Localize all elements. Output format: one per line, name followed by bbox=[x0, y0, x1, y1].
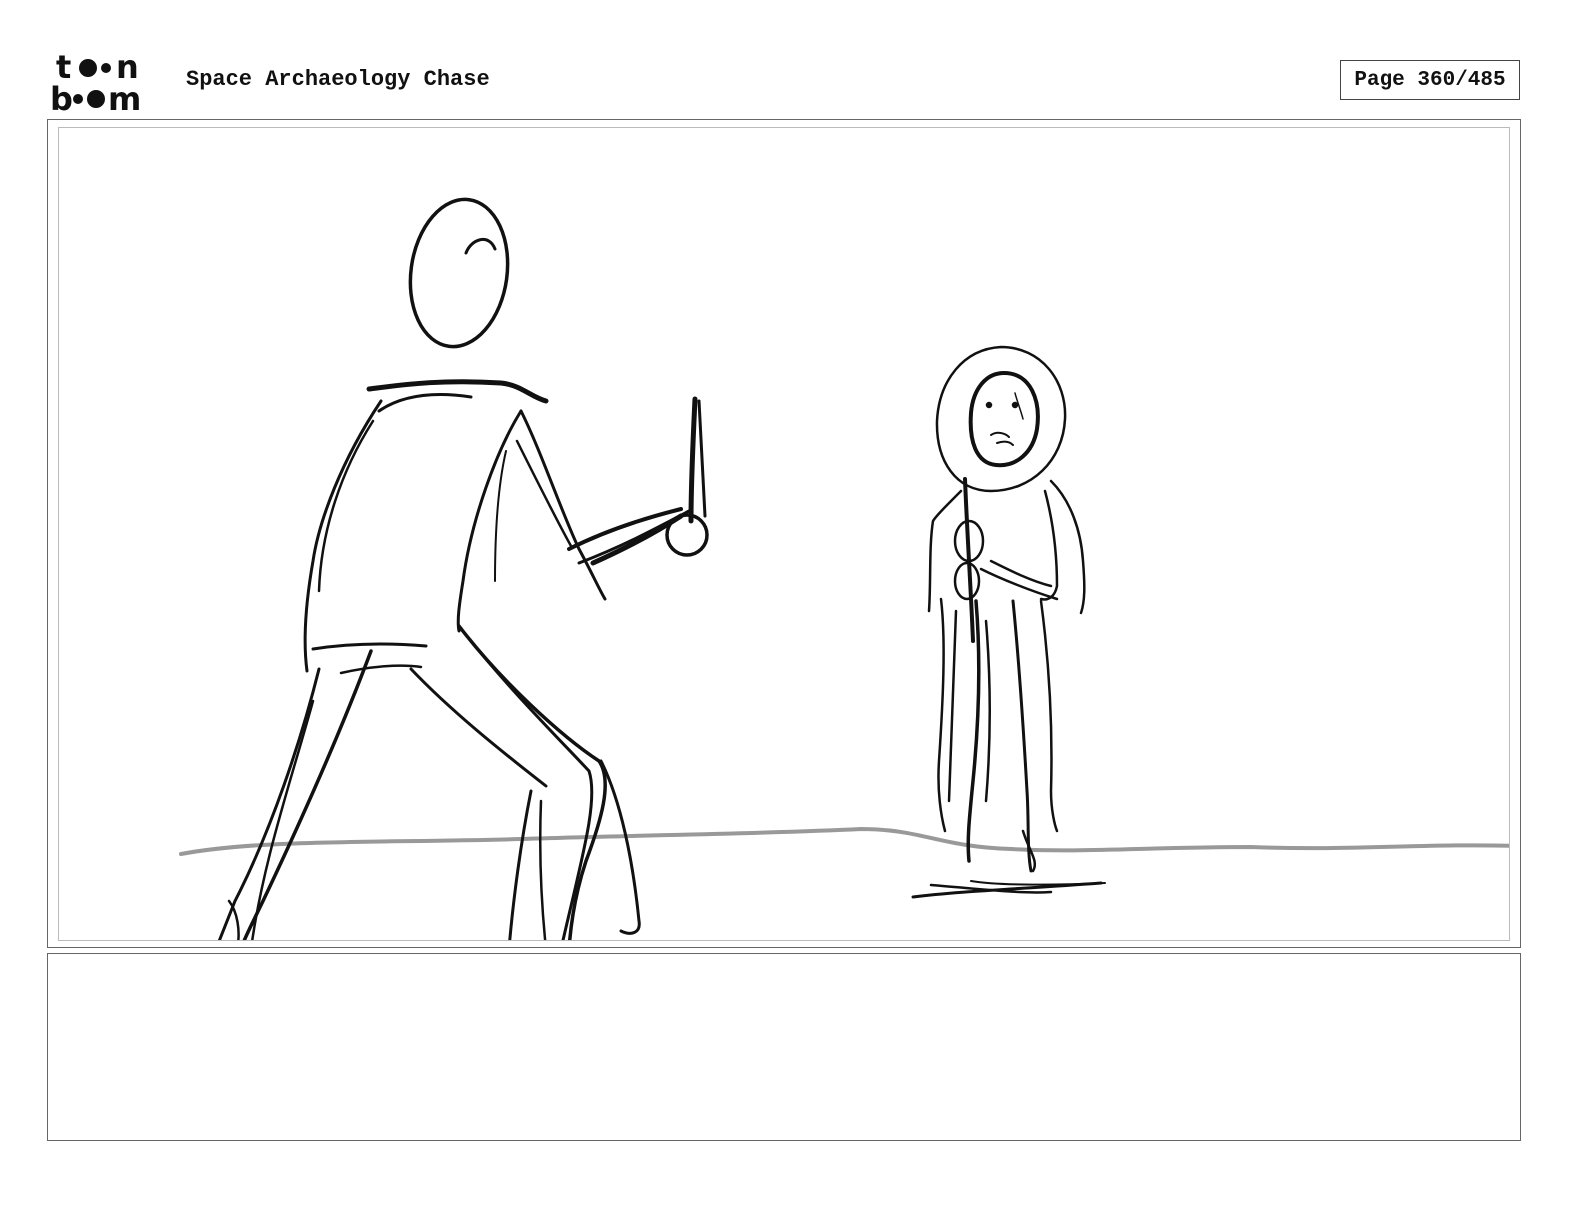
storyboard-panel bbox=[58, 127, 1510, 941]
panel-notes-box bbox=[47, 953, 1521, 1141]
foreground-figure bbox=[217, 197, 709, 940]
svg-text:b: b bbox=[50, 80, 73, 114]
storyboard-title: Space Archaeology Chase bbox=[186, 67, 490, 92]
ground-line bbox=[179, 827, 1509, 856]
toonboom-logo: t n b m bbox=[50, 48, 166, 118]
panel-sketch bbox=[179, 197, 1509, 940]
page-number-badge: Page 360/485 bbox=[1340, 60, 1520, 100]
background-figure bbox=[911, 345, 1106, 899]
logo-mark: t n b m bbox=[50, 48, 141, 118]
svg-text:m: m bbox=[108, 80, 141, 114]
